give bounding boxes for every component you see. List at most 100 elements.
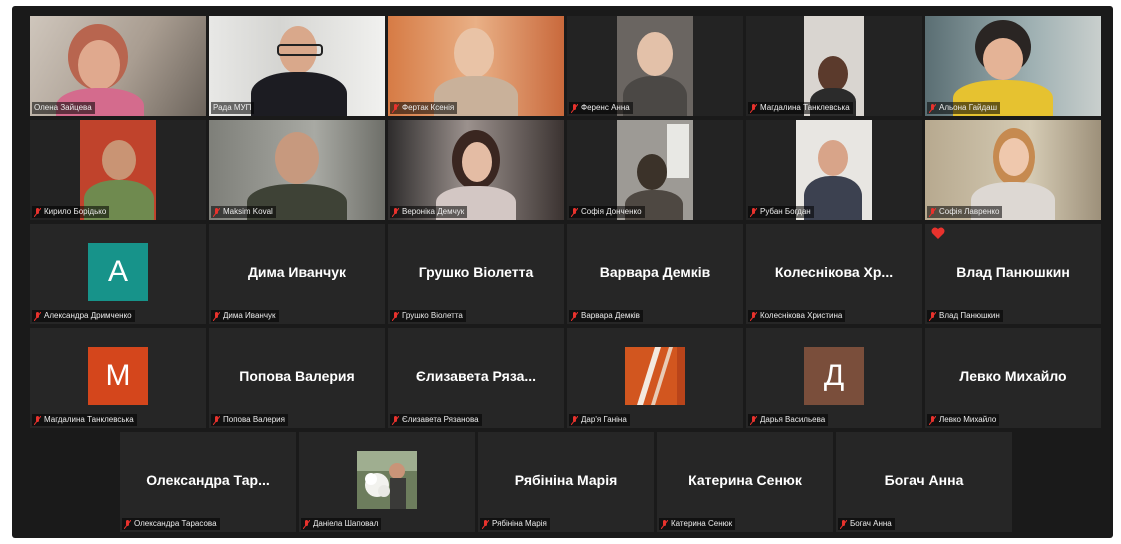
- nameplate-label: Дарья Васильева: [760, 415, 826, 424]
- display-name: Колеснікова Хр...: [774, 264, 894, 280]
- video-feed: [388, 120, 564, 220]
- display-name: Грушко Віолетта: [418, 264, 534, 280]
- participant-tile[interactable]: Фертак Ксенія: [388, 16, 564, 116]
- participant-tile[interactable]: Магдалина Танклевська: [746, 16, 922, 116]
- nameplate: Рубан Богдан: [748, 206, 814, 218]
- nameplate: Даніела Шаповал: [301, 518, 382, 530]
- nameplate-label: Богач Анна: [850, 519, 892, 528]
- nameplate-label: Ференс Анна: [581, 103, 630, 112]
- muted-mic-icon: [750, 207, 757, 217]
- video-feed: [567, 16, 743, 116]
- muted-mic-icon: [929, 311, 936, 321]
- nameplate-label: Олександра Тарасова: [134, 519, 217, 528]
- participant-tile[interactable]: Олександра Тар... Олександра Тарасова: [120, 432, 296, 532]
- nameplate: Колеснікова Христина: [748, 310, 846, 322]
- muted-mic-icon: [482, 519, 489, 529]
- muted-mic-icon: [34, 311, 41, 321]
- nameplate: Рада МУП: [211, 102, 255, 114]
- nameplate: Левко Михайло: [927, 414, 1000, 426]
- participant-tile[interactable]: Рябініна Марія Рябініна Марія: [478, 432, 654, 532]
- participant-tile[interactable]: Софія Лавренко: [925, 120, 1101, 220]
- participant-tile-active-speaker[interactable]: Рада МУП: [209, 16, 385, 116]
- participant-tile[interactable]: Богач Анна Богач Анна: [836, 432, 1012, 532]
- nameplate-label: Александра Дримченко: [44, 311, 132, 320]
- participant-tile[interactable]: Дима Иванчук Дима Иванчук: [209, 224, 385, 324]
- nameplate: Магдалина Танклевська: [32, 414, 137, 426]
- participant-tile[interactable]: Колеснікова Хр... Колеснікова Христина: [746, 224, 922, 324]
- nameplate: Кирило Борідько: [32, 206, 110, 218]
- participant-tile[interactable]: Maksim Koval: [209, 120, 385, 220]
- nameplate-label: Олена Зайцева: [34, 103, 92, 112]
- avatar: A: [88, 243, 148, 301]
- nameplate-label: Софія Лавренко: [939, 207, 1000, 216]
- nameplate-label: Вероніка Демчук: [402, 207, 465, 216]
- muted-mic-icon: [929, 415, 936, 425]
- avatar-image: [357, 451, 417, 509]
- participant-tile[interactable]: A Александра Дримченко: [30, 224, 206, 324]
- participant-tile[interactable]: Софія Донченко: [567, 120, 743, 220]
- participant-tile[interactable]: Ференс Анна: [567, 16, 743, 116]
- display-name: Варвара Демків: [599, 264, 711, 280]
- muted-mic-icon: [571, 415, 578, 425]
- muted-mic-icon: [124, 519, 131, 529]
- nameplate-label: Влад Панюшкин: [939, 311, 1000, 320]
- muted-mic-icon: [392, 311, 399, 321]
- participant-tile[interactable]: Катерина Сенюк Катерина Сенюк: [657, 432, 833, 532]
- nameplate-label: Варвара Демків: [581, 311, 640, 320]
- muted-mic-icon: [929, 103, 936, 113]
- nameplate: Дима Иванчук: [211, 310, 279, 322]
- nameplate: Софія Лавренко: [927, 206, 1003, 218]
- participant-tile[interactable]: Попова Валерия Попова Валерия: [209, 328, 385, 428]
- video-feed: [925, 16, 1101, 116]
- participant-tile[interactable]: M Магдалина Танклевська: [30, 328, 206, 428]
- participant-tile[interactable]: Олена Зайцева: [30, 16, 206, 116]
- muted-mic-icon: [392, 207, 399, 217]
- participant-tile[interactable]: Дар'я Ганіна: [567, 328, 743, 428]
- nameplate-label: Maksim Koval: [223, 207, 273, 216]
- nameplate-label: Рябініна Марія: [492, 519, 547, 528]
- nameplate-label: Левко Михайло: [939, 415, 997, 424]
- participant-tile[interactable]: Левко Михайло Левко Михайло: [925, 328, 1101, 428]
- nameplate: Софія Донченко: [569, 206, 645, 218]
- nameplate-label: Катерина Сенюк: [671, 519, 733, 528]
- participant-tile[interactable]: Альона Гайдаш: [925, 16, 1101, 116]
- nameplate: Магдалина Танклевська: [748, 102, 853, 114]
- avatar-letter: A: [107, 255, 128, 288]
- participant-tile[interactable]: Д Дарья Васильева: [746, 328, 922, 428]
- muted-mic-icon: [750, 311, 757, 321]
- muted-mic-icon: [840, 519, 847, 529]
- display-name: Олександра Тар...: [146, 472, 270, 488]
- participant-tile[interactable]: Варвара Демків Варвара Демків: [567, 224, 743, 324]
- participant-tile[interactable]: Грушко Віолетта Грушко Віолетта: [388, 224, 564, 324]
- participant-tile[interactable]: Влад Панюшкин Влад Панюшкин: [925, 224, 1101, 324]
- muted-mic-icon: [750, 103, 757, 113]
- participant-tile[interactable]: Кирило Борідько: [30, 120, 206, 220]
- display-name: Попова Валерия: [239, 368, 355, 384]
- display-name: Левко Михайло: [959, 368, 1067, 384]
- nameplate: Катерина Сенюк: [659, 518, 736, 530]
- participant-tile[interactable]: Єлизавета Ряза... Єлизавета Рязанова: [388, 328, 564, 428]
- muted-mic-icon: [213, 207, 220, 217]
- nameplate: Maksim Koval: [211, 206, 276, 218]
- nameplate: Олена Зайцева: [32, 102, 95, 114]
- video-feed: [209, 120, 385, 220]
- nameplate-label: Фертак Ксенія: [402, 103, 455, 112]
- nameplate-label: Альона Гайдаш: [939, 103, 998, 112]
- avatar-letter: Д: [823, 359, 845, 392]
- display-name: Дима Иванчук: [247, 264, 347, 280]
- nameplate-label: Дар'я Ганіна: [581, 415, 627, 424]
- nameplate: Попова Валерия: [211, 414, 288, 426]
- nameplate: Рябініна Марія: [480, 518, 550, 530]
- nameplate: Фертак Ксенія: [390, 102, 458, 114]
- muted-mic-icon: [213, 415, 220, 425]
- muted-mic-icon: [34, 207, 41, 217]
- participant-tile[interactable]: Даніела Шаповал: [299, 432, 475, 532]
- video-feed: [925, 120, 1101, 220]
- heart-reaction-icon: [931, 227, 945, 239]
- gallery-view: Олена Зайцева Рада МУП Фертак Ксенія Фер…: [12, 6, 1113, 538]
- video-feed: [30, 16, 206, 116]
- nameplate-label: Магдалина Танклевська: [760, 103, 850, 112]
- participant-tile[interactable]: Вероніка Демчук: [388, 120, 564, 220]
- muted-mic-icon: [661, 519, 668, 529]
- participant-tile[interactable]: Рубан Богдан: [746, 120, 922, 220]
